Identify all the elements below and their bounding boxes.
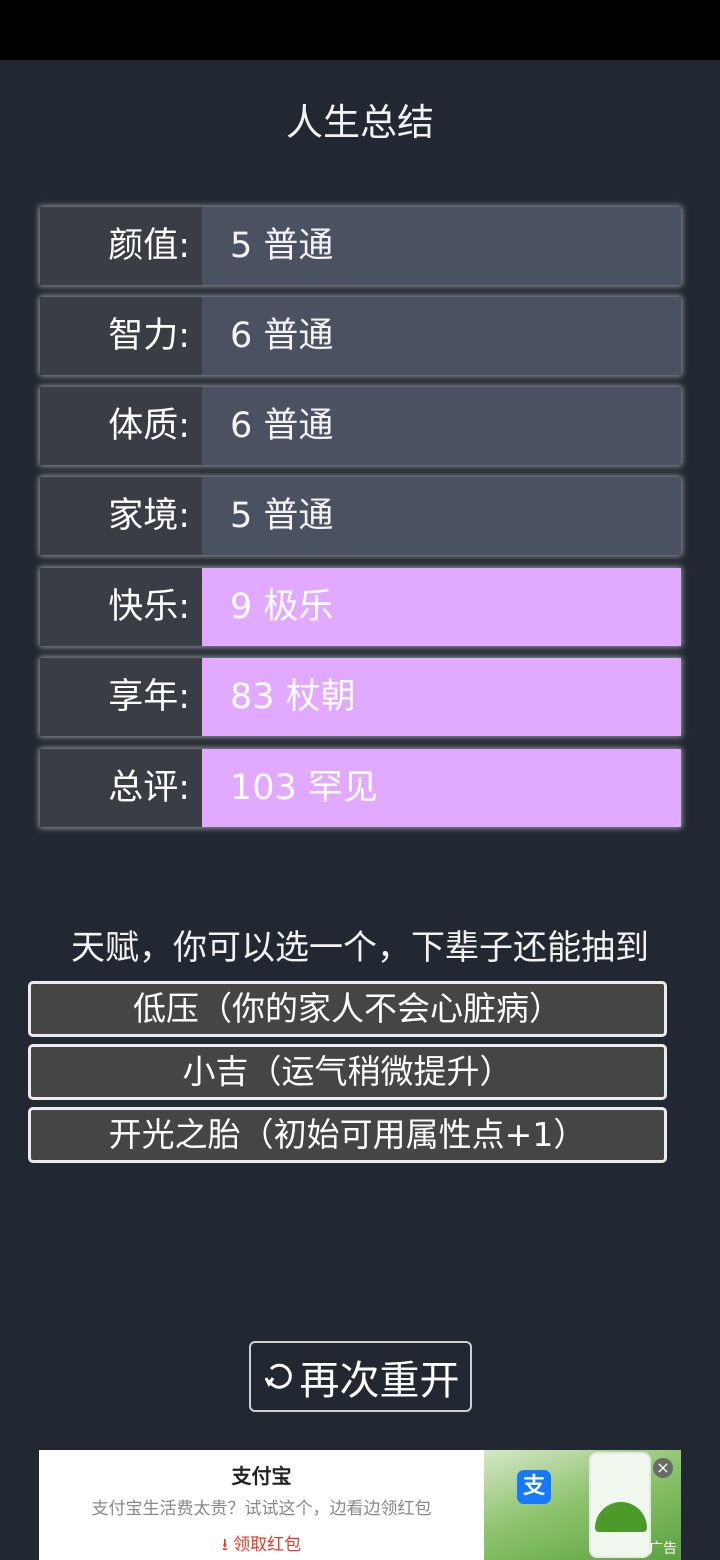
talent-heading: 天赋，你可以选一个，下辈子还能抽到 xyxy=(71,928,649,968)
talent-option-low-pressure[interactable]: 低压（你的家人不会心脏病） xyxy=(28,981,667,1037)
status-bar xyxy=(0,0,720,60)
stat-label: 快乐: xyxy=(40,568,202,646)
ad-label: 广告 xyxy=(649,1541,677,1557)
stat-row-happiness: 快乐: 9 极乐 xyxy=(40,568,681,646)
ad-banner[interactable]: 支付宝 支付宝生活费太贵？试试这个，边看边领红包 ⭳ 领取红包 支 × 广告 xyxy=(39,1450,681,1560)
stat-value: 83 杖朝 xyxy=(202,658,681,736)
stat-label: 家境: xyxy=(40,477,202,555)
ad-text[interactable]: 支付宝 支付宝生活费太贵？试试这个，边看边领红包 ⭳ 领取红包 xyxy=(39,1450,484,1560)
ad-hill-graphic xyxy=(595,1502,647,1532)
talent-option-small-luck[interactable]: 小吉（运气稍微提升） xyxy=(28,1044,667,1100)
stat-label: 颜值: xyxy=(40,207,202,285)
stat-label: 总评: xyxy=(40,749,202,827)
stat-value: 103 罕见 xyxy=(202,749,681,827)
ad-cta-label: 领取红包 xyxy=(233,1535,302,1555)
stat-label: 智力: xyxy=(40,297,202,375)
stat-label: 享年: xyxy=(40,658,202,736)
restart-label: 再次重开 xyxy=(299,1357,460,1404)
download-arrow-icon: ⭳ xyxy=(221,1535,228,1555)
stat-value: 6 普通 xyxy=(202,387,681,465)
stat-row-overall: 总评: 103 罕见 xyxy=(40,749,681,827)
stat-row-family: 家境: 5 普通 xyxy=(40,477,681,555)
stat-value: 5 普通 xyxy=(202,477,681,555)
stat-row-constitution: 体质: 6 普通 xyxy=(40,387,681,465)
restart-button[interactable]: 再次重开 xyxy=(249,1341,472,1412)
stat-row-lifespan: 享年: 83 杖朝 xyxy=(40,658,681,736)
stat-label: 体质: xyxy=(40,387,202,465)
ad-brand: 支付宝 xyxy=(231,1464,292,1488)
ad-description: 支付宝生活费太贵？试试这个，边看边领红包 xyxy=(91,1499,432,1519)
close-icon[interactable]: × xyxy=(653,1458,673,1478)
stat-row-intelligence: 智力: 6 普通 xyxy=(40,297,681,375)
stat-value: 9 极乐 xyxy=(202,568,681,646)
ad-cta-link[interactable]: ⭳ 领取红包 xyxy=(39,1530,484,1560)
refresh-icon xyxy=(264,1363,292,1389)
alipay-logo: 支 xyxy=(517,1470,551,1504)
ad-image[interactable]: 支 × 广告 xyxy=(484,1450,681,1560)
ad-phone-mockup xyxy=(589,1452,651,1558)
stat-value: 5 普通 xyxy=(202,207,681,285)
talent-option-blessed-birth[interactable]: 开光之胎（初始可用属性点+1） xyxy=(28,1107,667,1163)
page-title: 人生总结 xyxy=(286,101,434,144)
stat-row-appearance: 颜值: 5 普通 xyxy=(40,207,681,285)
stat-value: 6 普通 xyxy=(202,297,681,375)
